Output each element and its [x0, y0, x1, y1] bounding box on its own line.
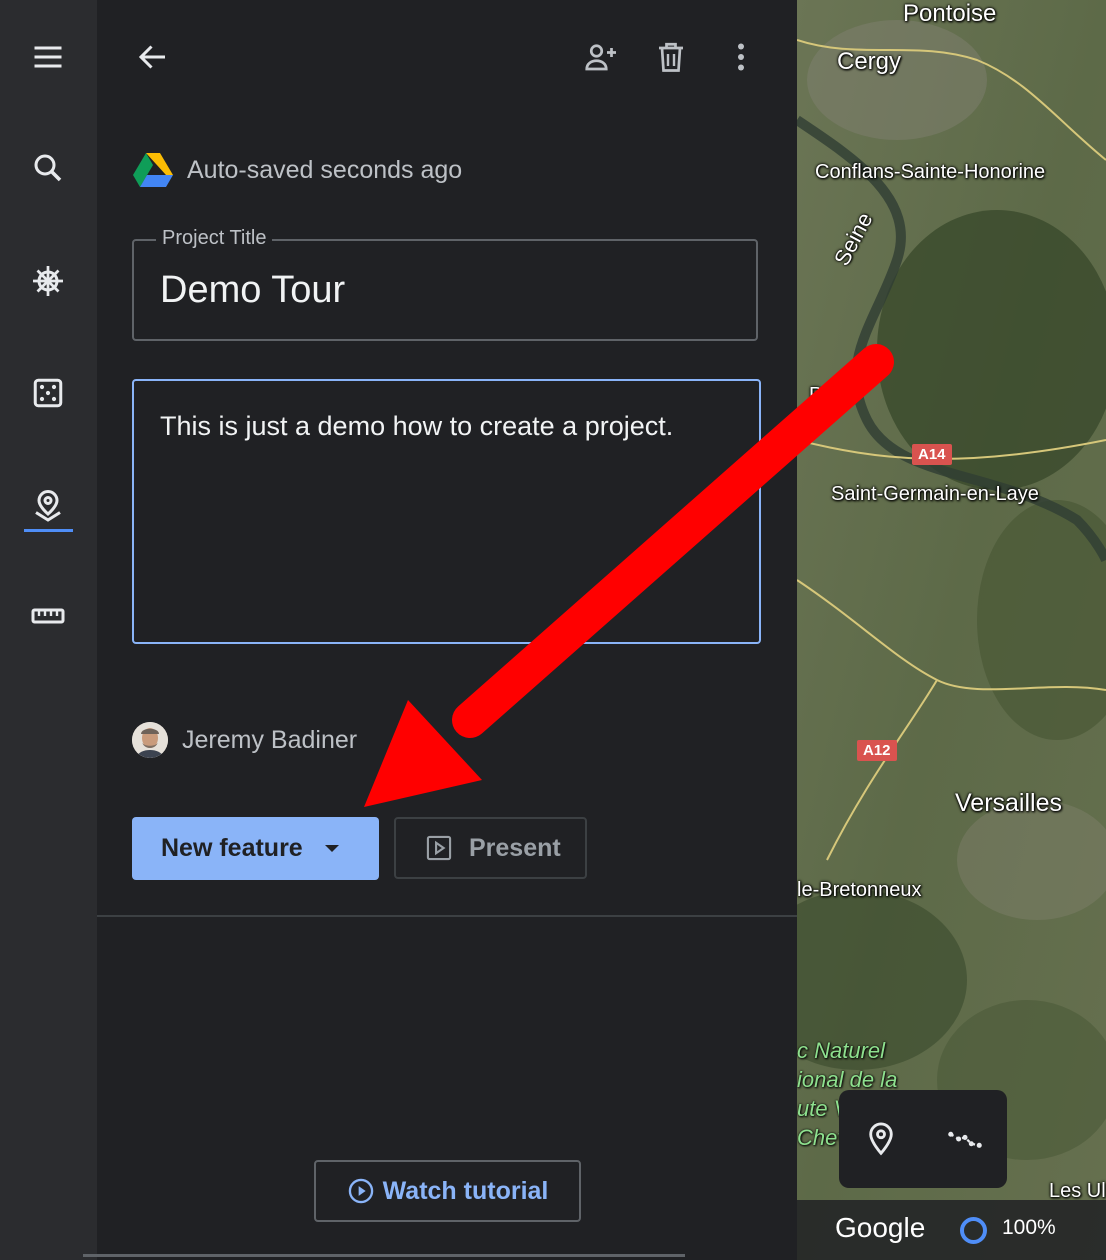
project-author: Jeremy Badiner — [132, 721, 357, 759]
satellite-map[interactable]: Pontoise Cergy Conflans-Sainte-Honorine … — [797, 0, 1106, 1260]
more-options-button[interactable] — [718, 34, 764, 80]
map-label-versailles: Versailles — [955, 789, 1062, 817]
zoom-level: 100% — [1002, 1216, 1056, 1239]
feeling-lucky-dice-icon — [33, 378, 63, 408]
watch-tutorial-button[interactable]: Watch tutorial — [314, 1160, 581, 1222]
caret-down-icon — [324, 845, 339, 852]
search-button[interactable] — [24, 144, 72, 192]
google-drive-icon — [133, 153, 173, 187]
project-title-label: Project Title — [156, 227, 273, 250]
project-panel: Auto-saved seconds ago Project Title Dem… — [83, 0, 797, 1260]
more-vert-icon — [738, 43, 744, 71]
measure-button[interactable] — [24, 592, 72, 640]
draw-path-icon[interactable] — [946, 1120, 984, 1158]
map-label-bretonneux: le-Bretonneux — [797, 879, 922, 901]
left-rail — [0, 0, 97, 1260]
map-label-park-line1: c Naturel — [797, 1038, 886, 1063]
project-title-value[interactable]: Demo Tour — [160, 269, 345, 312]
avatar — [132, 722, 168, 758]
delete-trash-icon — [659, 42, 683, 72]
map-footer: Google 100% — [797, 1200, 1106, 1260]
project-title-field[interactable]: Project Title Demo Tour — [132, 227, 758, 341]
present-button[interactable]: Present — [394, 817, 587, 879]
autosave-status: Auto-saved seconds ago — [133, 148, 462, 192]
project-description-value[interactable]: This is just a demo how to create a proj… — [160, 411, 673, 442]
voyager-wheel-icon — [33, 266, 63, 296]
delete-button[interactable] — [648, 34, 694, 80]
new-feature-button[interactable]: New feature — [132, 817, 379, 880]
author-name: Jeremy Badiner — [182, 725, 358, 754]
share-person-add-icon — [585, 44, 616, 71]
zoom-ring-icon — [960, 1217, 987, 1244]
add-placemark-pin-icon[interactable] — [862, 1120, 900, 1158]
active-indicator — [24, 529, 73, 532]
map-label-saint-germain: Saint-Germain-en-Laye — [831, 483, 1039, 505]
watch-tutorial-label: Watch tutorial — [382, 1176, 549, 1205]
menu-icon — [34, 46, 62, 68]
play-circle-icon — [348, 1178, 373, 1204]
projects-button[interactable] — [24, 481, 72, 529]
voyager-button[interactable] — [24, 257, 72, 305]
road-badge-a14: A14 — [912, 444, 952, 465]
present-play-icon — [426, 835, 452, 861]
search-icon — [34, 154, 62, 182]
present-label: Present — [469, 833, 561, 862]
google-brand: Google — [835, 1212, 926, 1243]
map-label-cergy: Cergy — [837, 48, 902, 75]
bottom-divider — [83, 1254, 685, 1257]
divider — [97, 915, 797, 917]
road-badge-a12: A12 — [857, 740, 897, 761]
back-button[interactable] — [130, 34, 176, 80]
arrow-back-icon — [138, 45, 165, 69]
map-label-poissy-partial: P — [809, 384, 823, 406]
measure-ruler-icon — [31, 608, 65, 624]
feeling-lucky-button[interactable] — [24, 369, 72, 417]
map-label-conflans: Conflans-Sainte-Honorine — [815, 161, 1046, 183]
autosave-text: Auto-saved seconds ago — [187, 155, 463, 184]
map-drawing-tools — [839, 1090, 1007, 1188]
map-label-pontoise: Pontoise — [903, 0, 997, 27]
project-description-field[interactable]: This is just a demo how to create a proj… — [132, 379, 761, 644]
menu-button[interactable] — [24, 33, 72, 81]
new-feature-label: New feature — [161, 834, 303, 862]
projects-pin-icon — [35, 489, 61, 522]
share-button[interactable] — [578, 34, 624, 80]
